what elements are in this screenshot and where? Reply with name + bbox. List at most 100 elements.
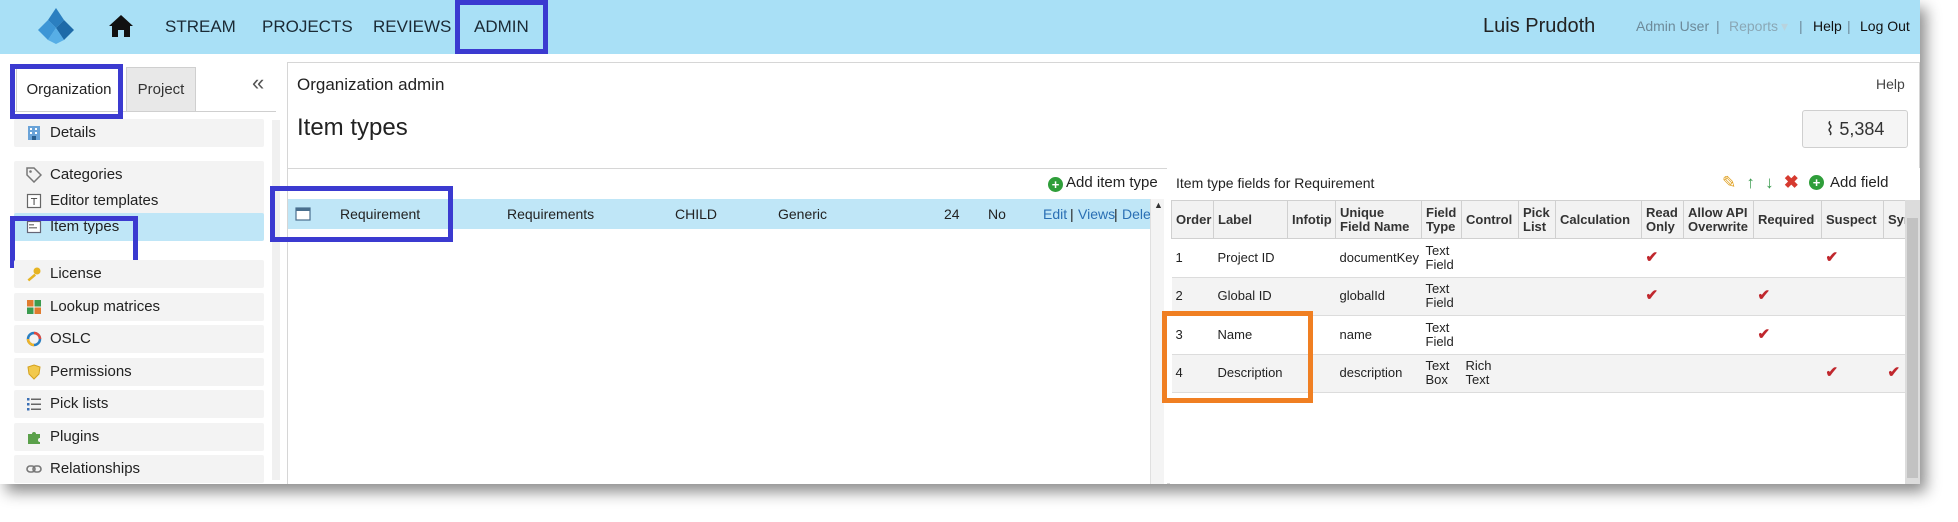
views-link[interactable]: Views <box>1078 199 1115 229</box>
table-row[interactable]: 1 Project ID documentKey Text Field ✔ ✔ <box>1171 238 1910 278</box>
help-link[interactable]: Help <box>1813 18 1842 34</box>
key-icon <box>27 267 41 282</box>
field-required <box>1753 238 1822 278</box>
sidebar-item-label: Editor templates <box>50 192 159 209</box>
sidebar-item-pick-lists[interactable]: Pick lists <box>14 390 264 418</box>
column-header[interactable]: Control <box>1461 200 1519 239</box>
add-icon: + <box>1048 177 1063 192</box>
sidebar-item-oslc[interactable]: OSLC <box>14 325 264 353</box>
delete-icon[interactable]: ✖ <box>1784 172 1799 193</box>
list-icon <box>27 398 41 411</box>
home-icon[interactable] <box>108 14 134 38</box>
edit-link[interactable]: Edit <box>1043 199 1067 229</box>
field-type: Text Field <box>1421 315 1462 355</box>
check-icon: ✔ <box>1887 364 1901 382</box>
column-header[interactable]: Label <box>1213 200 1288 239</box>
tab-project[interactable]: Project <box>126 67 196 111</box>
column-header[interactable]: Order <box>1171 200 1214 239</box>
sidebar-item-permissions[interactable]: Permissions <box>14 358 264 386</box>
delete-link[interactable]: Dele <box>1122 199 1151 229</box>
admin-user-link[interactable]: Admin User <box>1636 18 1709 34</box>
field-label: Project ID <box>1213 238 1288 278</box>
sidebar-item-label: Details <box>50 124 96 141</box>
nav-reviews[interactable]: REVIEWS <box>373 17 451 37</box>
tag-icon <box>26 167 42 183</box>
field-calculation <box>1555 315 1642 355</box>
sidebar-item-label: Permissions <box>50 363 132 380</box>
move-up-icon[interactable]: ↑ <box>1746 173 1755 193</box>
separator: | <box>1716 18 1720 34</box>
field-api-overwrite <box>1683 277 1754 316</box>
add-item-type-button[interactable]: + Add item type <box>1048 174 1158 192</box>
item-type-plural: Requirements <box>507 206 595 222</box>
sidebar-item-label: OSLC <box>50 330 91 347</box>
nav-projects[interactable]: PROJECTS <box>262 17 353 37</box>
sidebar-item-plugins[interactable]: Plugins <box>14 423 264 451</box>
top-navigation-bar: STREAM PROJECTS REVIEWS ADMIN Luis Prudo… <box>0 0 1920 54</box>
sidebar-item-label: Relationships <box>50 460 141 477</box>
sidebar-scrollbar[interactable] <box>272 120 280 480</box>
field-control <box>1461 277 1519 316</box>
field-unique-name: description <box>1335 354 1422 393</box>
sidebar-item-categories[interactable]: Categories <box>14 161 264 189</box>
separator: | <box>1799 18 1803 34</box>
column-header[interactable]: Unique Field Name <box>1335 200 1422 239</box>
collapse-sidebar-icon[interactable]: « <box>252 70 264 96</box>
sidebar-item-relationships[interactable]: Relationships <box>14 455 264 483</box>
field-label: Global ID <box>1213 277 1288 316</box>
column-header[interactable]: Field Type <box>1421 200 1462 239</box>
add-field-button[interactable]: + Add field <box>1809 174 1894 191</box>
app-logo-icon[interactable] <box>34 6 78 46</box>
column-header[interactable]: Infotip <box>1287 200 1336 239</box>
field-suspect <box>1821 277 1884 316</box>
add-item-type-label: Add item type <box>1066 174 1158 191</box>
field-api-overwrite <box>1683 315 1754 355</box>
field-required: ✔ <box>1753 315 1822 355</box>
matrix-icon <box>27 300 41 314</box>
help-link[interactable]: Help <box>1876 76 1905 92</box>
field-suspect: ✔ <box>1821 354 1884 393</box>
sidebar-item-lookup-matrices[interactable]: Lookup matrices <box>14 293 264 321</box>
reports-link[interactable]: Reports <box>1729 18 1778 34</box>
sidebar-item-label: Plugins <box>50 428 100 445</box>
column-header[interactable]: Allow API Overwrite <box>1683 200 1754 239</box>
column-header[interactable]: Read Only <box>1641 200 1684 239</box>
oslc-icon <box>26 331 42 347</box>
column-header[interactable]: Suspect <box>1821 200 1884 239</box>
field-type: Text Field <box>1421 238 1462 278</box>
field-order: 2 <box>1171 277 1214 316</box>
section-title: Organization admin <box>297 75 445 94</box>
requirement-highlight-box <box>270 186 453 242</box>
column-header[interactable]: Pick List <box>1518 200 1556 239</box>
nav-stream[interactable]: STREAM <box>165 17 236 37</box>
logout-link[interactable]: Log Out <box>1860 18 1910 34</box>
separator: | <box>1847 18 1851 34</box>
check-icon: ✔ <box>1825 248 1839 266</box>
fields-toolbar: ✎ ↑ ↓ ✖ + Add field <box>1722 172 1900 194</box>
field-control <box>1461 315 1519 355</box>
field-calculation <box>1555 354 1642 393</box>
building-icon <box>28 126 40 140</box>
item-type-count: 24 <box>944 206 960 222</box>
sidebar-item-label: Lookup matrices <box>50 298 161 315</box>
move-down-icon[interactable]: ↓ <box>1765 173 1774 193</box>
user-name: Luis Prudoth <box>1483 15 1596 37</box>
field-read-only: ✔ <box>1641 277 1684 316</box>
fields-scrollbar-thumb[interactable] <box>1907 218 1918 478</box>
sidebar-item-details[interactable]: Details <box>14 119 264 147</box>
sidebar-item-label: Categories <box>50 166 123 183</box>
column-header[interactable]: Required <box>1753 200 1822 239</box>
reports-dropdown-caret[interactable]: ▾ <box>1781 18 1788 35</box>
activity-count-badge[interactable]: ⌇ 5,384 <box>1802 110 1908 148</box>
scroll-up-icon[interactable]: ▲ <box>1154 200 1163 210</box>
pencil-icon[interactable]: ✎ <box>1722 173 1736 193</box>
field-order: 1 <box>1171 238 1214 278</box>
field-calculation <box>1555 238 1642 278</box>
check-icon: ✔ <box>1825 364 1839 382</box>
field-read-only <box>1641 354 1684 393</box>
column-header[interactable]: Calculation <box>1555 200 1642 239</box>
table-row[interactable]: 2 Global ID globalId Text Field ✔ ✔ <box>1171 277 1910 316</box>
sidebar-item-license[interactable]: License <box>14 260 264 288</box>
svg-text:T: T <box>30 197 38 208</box>
sidebar-item-editor-templates[interactable]: T Editor templates <box>14 187 264 215</box>
